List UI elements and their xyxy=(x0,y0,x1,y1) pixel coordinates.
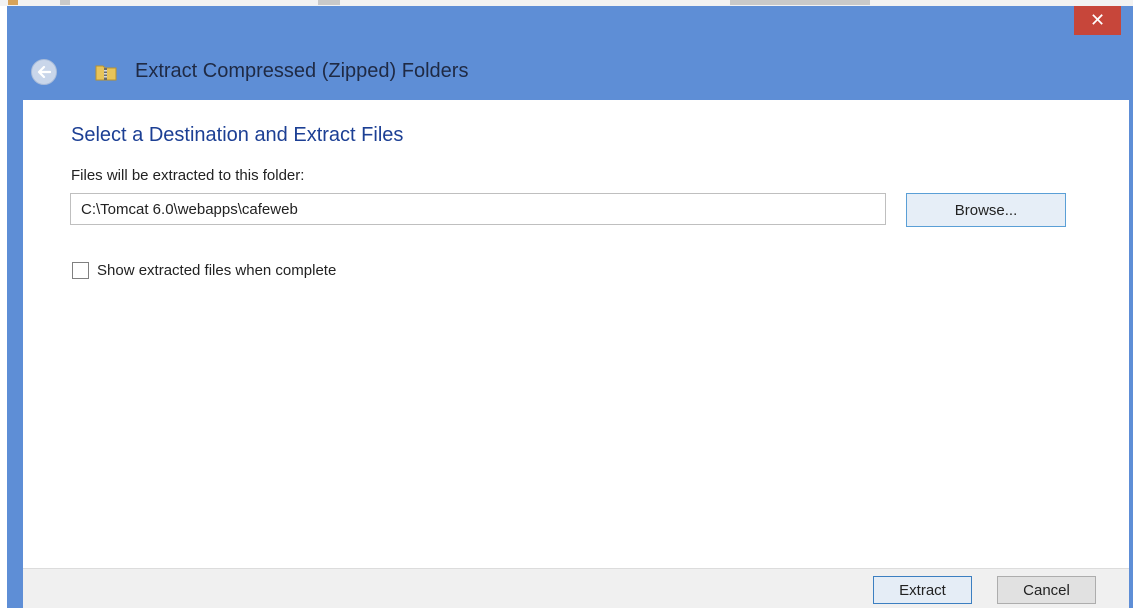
back-button[interactable] xyxy=(31,59,57,85)
cancel-button[interactable]: Cancel xyxy=(997,576,1096,604)
destination-label: Files will be extracted to this folder: xyxy=(71,167,305,184)
destination-path-input[interactable] xyxy=(70,193,886,225)
page-heading: Select a Destination and Extract Files xyxy=(71,124,404,146)
close-icon: ✕ xyxy=(1089,10,1106,31)
extract-button[interactable]: Extract xyxy=(873,576,972,604)
taskbar-mark xyxy=(8,0,18,5)
taskbar-mark xyxy=(318,0,340,5)
extract-dialog: ✕ Extract Compressed (Zipped) Folders Se… xyxy=(7,6,1133,608)
taskbar-mark xyxy=(60,0,70,5)
back-arrow-icon xyxy=(37,66,51,78)
show-files-option[interactable]: Show extracted files when complete xyxy=(72,262,336,279)
browse-button[interactable]: Browse... xyxy=(906,193,1066,227)
window-title: Extract Compressed (Zipped) Folders xyxy=(135,60,469,82)
show-files-checkbox[interactable] xyxy=(72,262,89,279)
taskbar-mark xyxy=(730,0,870,5)
show-files-label[interactable]: Show extracted files when complete xyxy=(97,262,336,279)
dialog-content: Select a Destination and Extract Files F… xyxy=(23,100,1129,568)
close-button[interactable]: ✕ xyxy=(1074,6,1121,35)
dialog-footer: Extract Cancel xyxy=(23,568,1129,608)
zip-folder-icon xyxy=(95,65,117,81)
